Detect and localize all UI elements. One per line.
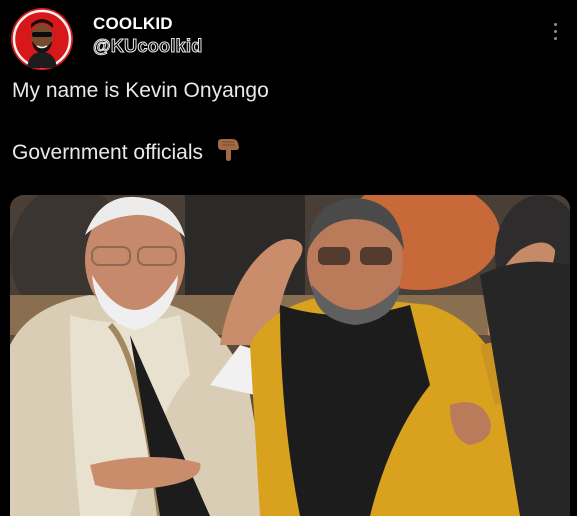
photo-image (10, 195, 570, 516)
tweet-photo[interactable] (10, 195, 570, 516)
user-handle[interactable]: @KUcoolkid (93, 36, 203, 57)
tweet-text-line-1: My name is Kevin Onyango (12, 79, 269, 103)
more-options-icon[interactable] (545, 16, 565, 46)
avatar[interactable] (11, 8, 73, 70)
tweet-text: Government officials (12, 141, 204, 164)
display-name[interactable]: COOLKID (93, 14, 173, 34)
tweet-text: My name is Kevin Onyango (12, 79, 269, 102)
tweet-text-line-2: Government officials (12, 138, 241, 165)
avatar-portrait (11, 8, 73, 70)
backhand-index-pointing-down-icon (217, 139, 239, 161)
